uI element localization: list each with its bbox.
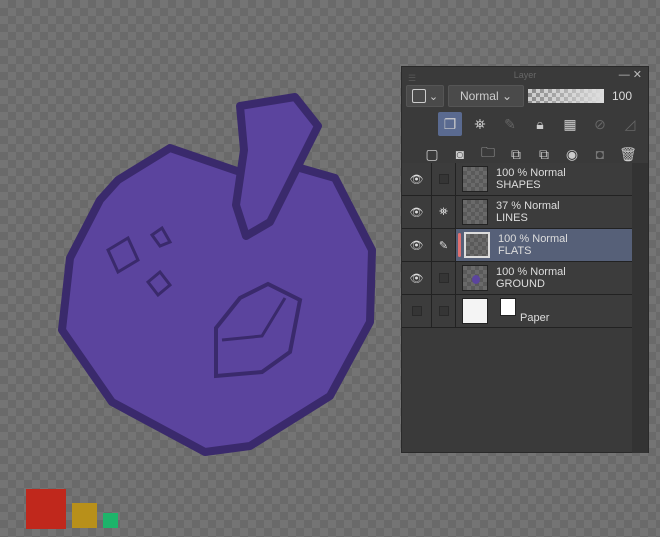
layer-toggle[interactable] [438,306,449,316]
blob-body [58,144,376,456]
opacity-slider[interactable] [528,89,604,103]
layer-name: Paper [520,312,550,324]
eye-icon[interactable]: 👁︎ [402,229,432,261]
pen-icon: ✎ [432,229,456,261]
layer-row-flats[interactable]: 👁︎ ✎ 100 % Normal FLATS [402,229,632,262]
visibility-toggle[interactable] [411,306,422,316]
window-controls[interactable]: — ✕ [619,67,642,83]
layer-opacity: 37 % Normal [496,200,560,212]
layer-thumbnail [464,232,490,258]
paper-icon [500,298,516,316]
mask-enable-icon[interactable]: ⊘ [588,112,612,136]
lock-transparent-icon[interactable]: ▦ [558,112,582,136]
opacity-value[interactable]: 100 [612,89,632,103]
layer-panel: ☰ Layer — ✕ ⌄ Normal ⌄ 100 ❐ ⛯ ✎ 🔒︎ ▦ ⊘ ◿ … [401,66,649,453]
layer-toggle[interactable] [438,174,449,184]
layer-row-ground[interactable]: 👁︎ 100 % Normal GROUND [402,262,632,295]
canvas-artwork[interactable] [0,0,400,537]
reference-layer-icon[interactable]: ⛯ [468,112,492,136]
layer-opacity: 100 % Normal [496,167,566,179]
eye-icon[interactable]: 👁︎ [402,262,432,294]
clip-layer-icon[interactable]: ❐ [438,112,462,136]
scrollbar[interactable] [632,163,648,453]
layer-name: FLATS [498,245,532,257]
layer-row-lines[interactable]: 👁︎ ⛯ 37 % Normal LINES [402,196,632,229]
layer-opacity: 100 % Normal [496,266,566,278]
reference-layer-icon[interactable]: ⛯ [432,196,456,228]
layer-thumbnail [462,265,488,291]
color-swatch-red[interactable] [26,489,66,529]
layer-color-marker [458,233,461,257]
layer-color-dropdown[interactable]: ⌄ [406,85,444,107]
color-swatch-yellow[interactable] [72,503,97,528]
panel-title: Layer [513,70,537,80]
layer-thumbnail [462,166,488,192]
layer-name: LINES [496,212,528,224]
blend-mode-value: Normal [459,89,499,103]
lock-icon[interactable]: 🔒︎ [528,112,552,136]
layer-opacity: 100 % Normal [498,233,568,245]
draft-layer-icon[interactable]: ✎ [498,112,522,136]
layer-name: SHAPES [496,179,541,191]
layer-thumbnail [462,199,488,225]
layer-row-shapes[interactable]: 👁︎ 100 % Normal SHAPES [402,163,632,196]
layer-name: GROUND [496,278,545,290]
layer-thumbnail [462,298,488,324]
layer-row-paper[interactable]: Paper [402,295,632,328]
eye-icon[interactable]: 👁︎ [402,163,432,195]
eye-icon[interactable]: 👁︎ [402,196,432,228]
layer-list: 👁︎ 100 % Normal SHAPES 👁︎ ⛯ 37 % Normal LIN… [402,163,632,328]
blend-mode-select[interactable]: Normal ⌄ [448,85,524,107]
menu-icon[interactable]: ☰ [408,70,416,86]
color-swatch-green[interactable] [103,513,118,528]
ruler-enable-icon[interactable]: ◿ [618,112,642,136]
layer-toggle[interactable] [438,273,449,283]
